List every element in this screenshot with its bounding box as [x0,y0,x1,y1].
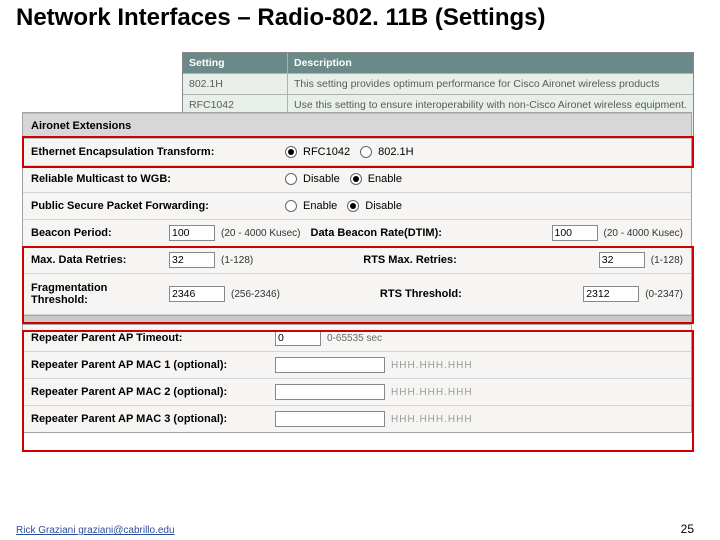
col-description: Description [288,53,693,73]
rts-retries-hint: (1-128) [645,255,683,266]
pspf-disable-radio[interactable] [347,200,359,212]
rts-retries-input[interactable] [599,252,645,268]
repeater-mac2-hint: HHH.HHH.HHH [385,387,473,398]
section-divider [23,315,691,325]
repeater-mac3-hint: HHH.HHH.HHH [385,414,473,425]
repeater-mac1-label: Repeater Parent AP MAC 1 (optional): [23,355,275,375]
repeater-timeout-label: Repeater Parent AP Timeout: [23,328,275,348]
row-encap: Ethernet Encapsulation Transform: RFC104… [23,139,691,166]
pspf-label: Public Secure Packet Forwarding: [23,196,275,216]
multicast-enable-label: Enable [368,173,402,185]
frag-hint: (256-2346) [225,289,280,300]
footer-page-number: 25 [681,522,694,536]
retries-hint: (1-128) [215,255,253,266]
beacon-hint: (20 - 4000 Kusec) [215,228,301,239]
encap-rfc1042-radio[interactable] [285,146,297,158]
page-title: Network Interfaces – Radio-802. 11B (Set… [16,4,680,32]
repeater-mac2-input[interactable] [275,384,385,400]
row-repeater-mac2: Repeater Parent AP MAC 2 (optional): HHH… [23,379,691,406]
encap-8021h-label: 802.1H [378,146,413,158]
dtim-hint: (20 - 4000 Kusec) [598,228,684,239]
row-frag: Fragmentation Threshold: (256-2346) RTS … [23,274,691,315]
multicast-disable-label: Disable [303,173,340,185]
row-pspf: Public Secure Packet Forwarding: Enable … [23,193,691,220]
setting-desc: This setting provides optimum performanc… [288,74,693,94]
retries-input[interactable] [169,252,215,268]
encap-label: Ethernet Encapsulation Transform: [23,142,275,162]
repeater-timeout-input[interactable] [275,330,321,346]
frag-label: Fragmentation Threshold: [23,278,169,310]
beacon-label: Beacon Period: [23,223,169,243]
repeater-mac2-label: Repeater Parent AP MAC 2 (optional): [23,382,275,402]
dtim-label: Data Beacon Rate(DTIM): [301,227,442,239]
multicast-enable-radio[interactable] [350,173,362,185]
rts-threshold-hint: (0-2347) [639,289,683,300]
table-row: 802.1H This setting provides optimum per… [183,73,693,94]
multicast-disable-radio[interactable] [285,173,297,185]
beacon-input[interactable] [169,225,215,241]
repeater-timeout-hint: 0-65535 sec [321,333,382,344]
repeater-mac3-label: Repeater Parent AP MAC 3 (optional): [23,409,275,429]
row-retries: Max. Data Retries: (1-128) RTS Max. Retr… [23,247,691,274]
row-beacon: Beacon Period: (20 - 4000 Kusec) Data Be… [23,220,691,247]
row-repeater-timeout: Repeater Parent AP Timeout: 0-65535 sec [23,325,691,352]
pspf-enable-radio[interactable] [285,200,297,212]
rts-threshold-label: RTS Threshold: [280,288,462,300]
encap-rfc1042-label: RFC1042 [303,146,350,158]
config-panel: Aironet Extensions Ethernet Encapsulatio… [22,112,692,433]
repeater-mac1-input[interactable] [275,357,385,373]
pspf-disable-label: Disable [365,200,402,212]
rts-retries-label: RTS Max. Retries: [253,254,457,266]
dtim-input[interactable] [552,225,598,241]
pspf-enable-label: Enable [303,200,337,212]
col-setting: Setting [183,53,288,73]
retries-label: Max. Data Retries: [23,250,169,270]
repeater-mac1-hint: HHH.HHH.HHH [385,360,473,371]
section-aironet-extensions: Aironet Extensions [23,113,691,139]
row-multicast: Reliable Multicast to WGB: Disable Enabl… [23,166,691,193]
multicast-label: Reliable Multicast to WGB: [23,169,275,189]
encap-8021h-radio[interactable] [360,146,372,158]
repeater-mac3-input[interactable] [275,411,385,427]
frag-input[interactable] [169,286,225,302]
footer-author: Rick Graziani graziani@cabrillo.edu [16,525,175,536]
rts-threshold-input[interactable] [583,286,639,302]
row-repeater-mac3: Repeater Parent AP MAC 3 (optional): HHH… [23,406,691,432]
row-repeater-mac1: Repeater Parent AP MAC 1 (optional): HHH… [23,352,691,379]
setting-name: 802.1H [183,74,288,94]
